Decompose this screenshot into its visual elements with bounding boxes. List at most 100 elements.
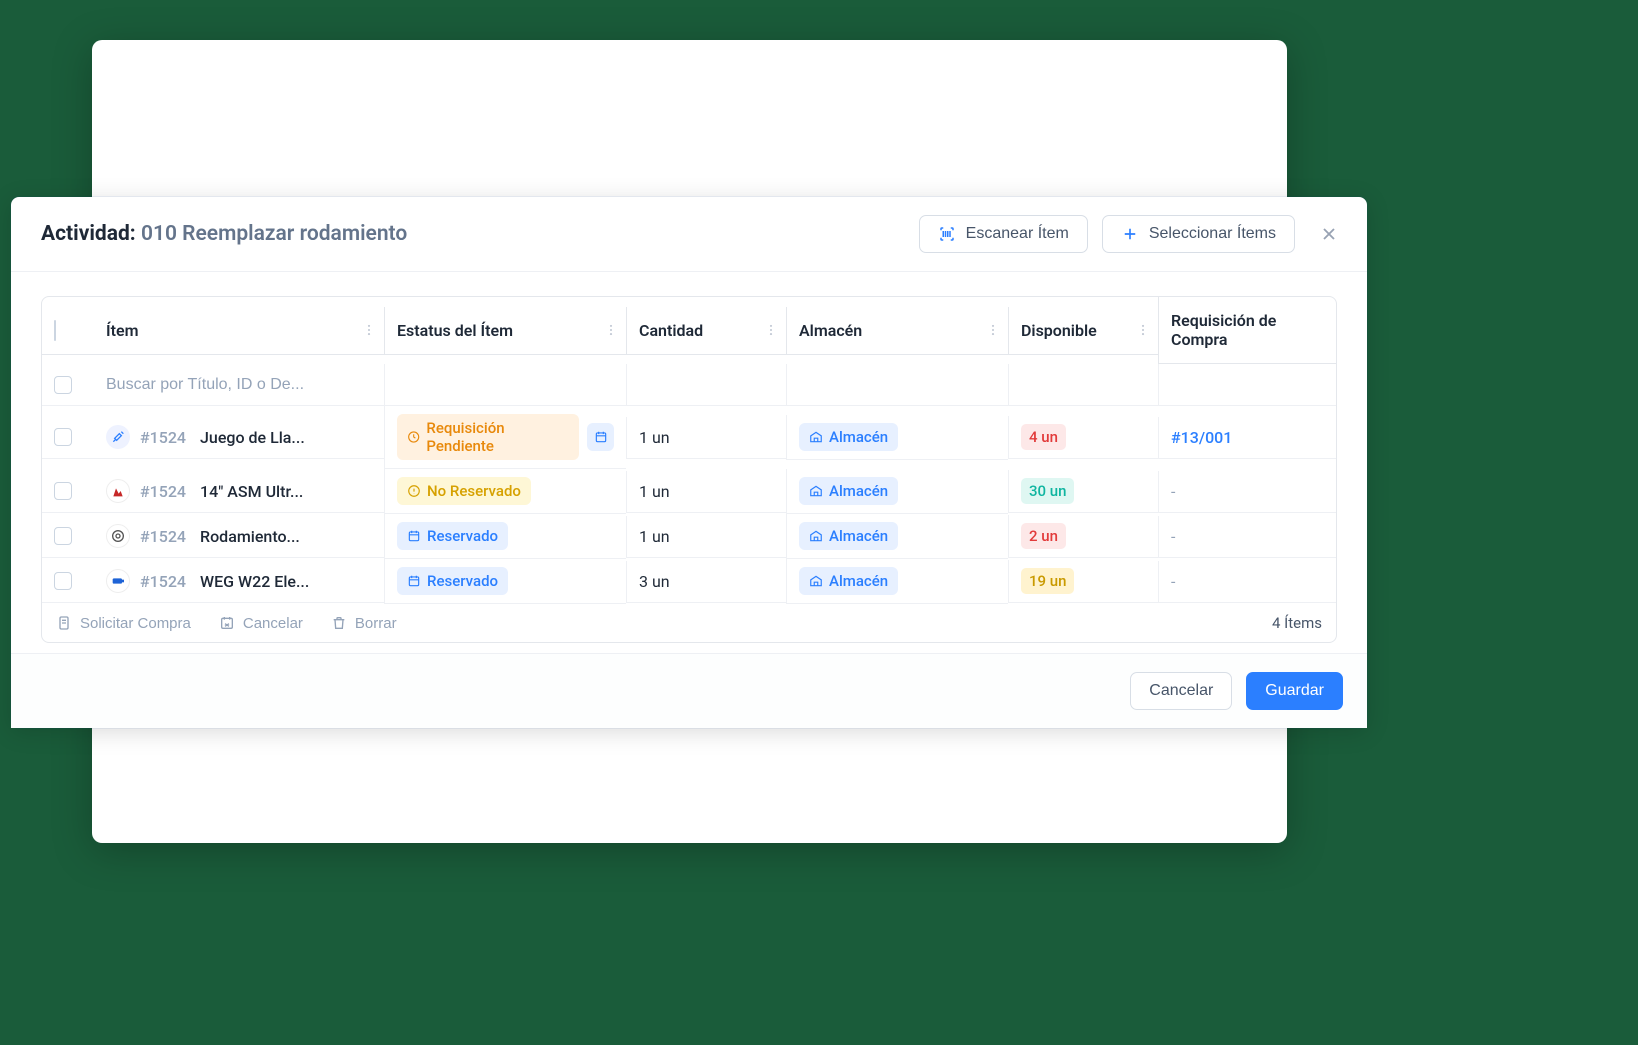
- status-label: Requisición Pendiente: [426, 419, 569, 455]
- warehouse-cell: Almacén: [786, 469, 1008, 514]
- warehouse-cell: Almacén: [786, 559, 1008, 604]
- filter-item-cell: [94, 364, 384, 406]
- header-status[interactable]: Estatus del Ítem: [384, 307, 626, 355]
- requisition-empty: -: [1171, 527, 1175, 546]
- select-items-button[interactable]: Seleccionar Ítems: [1102, 215, 1295, 253]
- table-header-row: Ítem Estatus del Ítem Cantidad: [42, 297, 1336, 364]
- filter-quantity-cell[interactable]: [626, 364, 786, 406]
- table-row: #1524 Rodamiento... Reservado 1 un Almac…: [42, 514, 1336, 559]
- status-cell: Requisición Pendiente: [384, 406, 626, 469]
- quantity-cell[interactable]: 1 un: [626, 417, 786, 459]
- warehouse-cell: Almacén: [786, 415, 1008, 460]
- save-button[interactable]: Guardar: [1246, 672, 1343, 710]
- calendar-icon: [407, 529, 421, 543]
- cancel-reservation-label: Cancelar: [243, 615, 303, 632]
- filter-available-cell[interactable]: [1008, 364, 1158, 406]
- calendar-icon: [594, 430, 608, 444]
- available-pill: 2 un: [1021, 523, 1066, 549]
- item-title: Rodamiento...: [200, 527, 300, 546]
- warehouse-icon: [809, 430, 823, 444]
- calendar-icon: [407, 574, 421, 588]
- modal-header: Actividad: 010 Reemplazar rodamiento Esc…: [11, 197, 1367, 272]
- filter-warehouse-cell[interactable]: [786, 364, 1008, 406]
- table-row: #1524 Juego de Lla... Requisición Pendie…: [42, 406, 1336, 469]
- item-cell[interactable]: #1524 Juego de Lla...: [94, 417, 384, 459]
- modal-title-prefix: Actividad:: [41, 222, 136, 246]
- calendar-x-icon: [219, 615, 235, 631]
- available-cell: 2 un: [1008, 515, 1158, 558]
- available-pill: 4 un: [1021, 424, 1066, 450]
- modal-footer: Cancelar Guardar: [11, 653, 1367, 728]
- requisition-link[interactable]: #13/001: [1171, 428, 1232, 447]
- items-count: 4 Ítems: [1272, 614, 1322, 632]
- status-badge-reserved: Reservado: [397, 567, 508, 595]
- requisition-empty: -: [1171, 482, 1175, 501]
- available-cell: 4 un: [1008, 416, 1158, 459]
- item-id: #1524: [140, 428, 186, 447]
- modal-title-value: 010 Reemplazar rodamiento: [141, 222, 407, 246]
- column-menu-icon[interactable]: [362, 323, 376, 337]
- trash-icon: [331, 615, 347, 631]
- warehouse-label: Almacén: [829, 527, 888, 545]
- scan-item-button[interactable]: Escanear Ítem: [919, 215, 1088, 253]
- alert-icon: [407, 484, 421, 498]
- status-cell: No Reservado: [384, 469, 626, 514]
- row-checkbox[interactable]: [54, 482, 72, 500]
- column-menu-icon[interactable]: [986, 323, 1000, 337]
- row-checkbox[interactable]: [54, 572, 72, 590]
- header-available[interactable]: Disponible: [1008, 307, 1158, 355]
- table-row: #1524 14" ASM Ultr... No Reservado 1 un …: [42, 469, 1336, 514]
- status-cell: Reservado: [384, 514, 626, 559]
- quantity-cell[interactable]: 1 un: [626, 471, 786, 513]
- header-quantity-label: Cantidad: [639, 321, 703, 340]
- row-checkbox[interactable]: [54, 527, 72, 545]
- header-item[interactable]: Ítem: [94, 307, 384, 355]
- product-image: [106, 479, 130, 503]
- table-container: Ítem Estatus del Ítem Cantidad: [11, 272, 1367, 653]
- warehouse-badge[interactable]: Almacén: [799, 567, 898, 595]
- cancel-button[interactable]: Cancelar: [1130, 672, 1232, 710]
- select-all-checkbox[interactable]: [54, 320, 56, 341]
- warehouse-badge[interactable]: Almacén: [799, 423, 898, 451]
- plus-icon: [1121, 225, 1139, 243]
- filter-row-checkbox[interactable]: [54, 376, 72, 394]
- items-grid: Ítem Estatus del Ítem Cantidad: [41, 296, 1337, 643]
- cancel-reservation-button[interactable]: Cancelar: [219, 615, 303, 632]
- item-search-input[interactable]: [106, 376, 372, 394]
- header-quantity[interactable]: Cantidad: [626, 307, 786, 355]
- filter-status-cell[interactable]: [384, 364, 626, 406]
- header-actions: Escanear Ítem Seleccionar Ítems: [919, 215, 1343, 253]
- schedule-button[interactable]: [587, 423, 614, 451]
- item-cell[interactable]: #1524 Rodamiento...: [94, 516, 384, 558]
- header-requisition-label: Requisición de Compra: [1171, 311, 1276, 349]
- request-purchase-button[interactable]: Solicitar Compra: [56, 615, 191, 632]
- column-menu-icon[interactable]: [1136, 323, 1150, 337]
- requisition-cell: -: [1158, 471, 1336, 513]
- status-badge-reserved: Reservado: [397, 522, 508, 550]
- column-menu-icon[interactable]: [764, 323, 778, 337]
- quantity-cell[interactable]: 1 un: [626, 516, 786, 558]
- filter-requisition-cell[interactable]: [1158, 364, 1336, 406]
- status-label: Reservado: [427, 572, 498, 590]
- header-warehouse-label: Almacén: [799, 321, 862, 340]
- quantity-cell[interactable]: 3 un: [626, 561, 786, 603]
- requisition-cell: #13/001: [1158, 417, 1336, 459]
- delete-label: Borrar: [355, 615, 397, 632]
- motor-icon: [106, 569, 130, 593]
- activity-items-modal: Actividad: 010 Reemplazar rodamiento Esc…: [11, 197, 1367, 728]
- item-id: #1524: [140, 572, 186, 591]
- table-row: #1524 WEG W22 Ele... Reservado 3 un Alma…: [42, 559, 1336, 604]
- row-checkbox[interactable]: [54, 428, 72, 446]
- header-warehouse[interactable]: Almacén: [786, 307, 1008, 355]
- barcode-icon: [938, 225, 956, 243]
- close-modal-button[interactable]: [1315, 220, 1343, 248]
- item-cell[interactable]: #1524 WEG W22 Ele...: [94, 561, 384, 603]
- warehouse-badge[interactable]: Almacén: [799, 477, 898, 505]
- available-pill: 30 un: [1021, 478, 1074, 504]
- header-requisition[interactable]: Requisición de Compra: [1158, 297, 1336, 364]
- column-menu-icon[interactable]: [604, 323, 618, 337]
- status-cell: Reservado: [384, 559, 626, 604]
- item-cell[interactable]: #1524 14" ASM Ultr...: [94, 471, 384, 513]
- delete-button[interactable]: Borrar: [331, 615, 397, 632]
- warehouse-badge[interactable]: Almacén: [799, 522, 898, 550]
